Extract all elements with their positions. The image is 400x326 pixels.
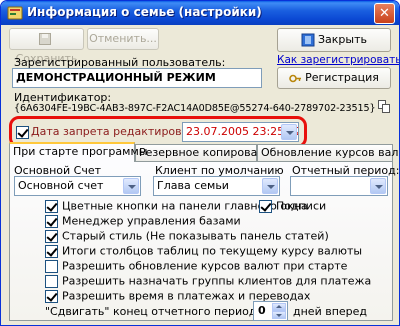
shift-period-unit: дней вперед [293, 305, 368, 318]
option-update-rates[interactable]: Разрешить обновление курсов валют при ст… [45, 259, 347, 274]
option-checkbox[interactable] [45, 199, 58, 213]
option-label: Разрешить обновление курсов валют при ст… [62, 259, 348, 273]
option-checkbox[interactable] [45, 244, 58, 258]
cancel-button[interactable]: Отменить... [87, 28, 159, 50]
identifier-value: {6A6304FE-19BC-4AB3-897C-F2AC14A0D85E@55… [14, 103, 376, 114]
chevron-down-icon[interactable] [123, 178, 139, 194]
edit-lock-date-picker[interactable]: 23.07.2005 23:25:32 [182, 122, 299, 142]
app-icon [7, 6, 23, 20]
client-select[interactable]: Глава семьи [153, 176, 280, 196]
how-register-link[interactable]: Как зарегистрироваться? [277, 54, 399, 66]
hints-checkbox[interactable] [259, 199, 272, 213]
close-door-icon [301, 33, 315, 47]
shift-period-label: "Сдвигать" конец отчетного периода на [45, 305, 281, 318]
shift-period-stepper[interactable]: 0 [253, 301, 288, 321]
tab-startup[interactable]: При старте программы [9, 142, 147, 162]
option-checkbox[interactable] [45, 259, 58, 273]
stepper-down-icon[interactable] [272, 311, 286, 319]
option-checkbox[interactable] [45, 274, 58, 288]
option-label: Менеджер управления базами [62, 214, 241, 228]
key-icon [289, 74, 302, 82]
option-checkbox[interactable] [45, 289, 58, 303]
stepper-up-icon[interactable] [272, 303, 286, 311]
option-client-groups[interactable]: Разрешить назначать группы клиентов для … [45, 274, 371, 289]
tab-currency-update[interactable]: Обновление курсов валют [257, 144, 399, 161]
title-bar[interactable]: Информация о семье (настройки) ✕ [1, 1, 399, 25]
registered-user-field: ДЕМОНСТРАЦИОННЫЙ РЕЖИМ [12, 68, 262, 88]
close-label: Закрыть [318, 33, 367, 46]
option-label: Разрешить назначать группы клиентов для … [62, 274, 372, 288]
tab-backup[interactable]: Резервное копирование [135, 144, 278, 161]
cancel-label: Отменить... [89, 32, 157, 45]
option-checkbox[interactable] [45, 214, 58, 228]
option-checkbox[interactable] [45, 229, 58, 243]
option-db-manager[interactable]: Менеджер управления базами [45, 214, 241, 229]
option-old-style[interactable]: Старый стиль (Не показывать панель стате… [45, 229, 329, 244]
settings-window: Информация о семье (настройки) ✕ Сохрани… [0, 0, 400, 326]
register-label: Регистрация [305, 71, 379, 84]
window-close-button[interactable]: ✕ [374, 3, 395, 24]
main-account-value: Основной счет [18, 179, 104, 192]
shift-period-value: 0 [258, 304, 266, 317]
window-title: Информация о семье (настройки) [27, 5, 262, 19]
edit-lock-checkbox[interactable] [16, 126, 29, 139]
main-account-select[interactable]: Основной счет [14, 176, 141, 196]
save-icon [39, 33, 51, 45]
chevron-down-icon[interactable] [262, 178, 278, 194]
hints-label: Подписи [276, 199, 327, 213]
period-select[interactable] [290, 176, 388, 196]
option-column-totals[interactable]: Итоги столбцов таблиц по текущему курсу … [45, 244, 362, 259]
client-value: Глава семьи [157, 179, 229, 192]
save-button[interactable]: Сохранить [9, 28, 84, 65]
option-label: Старый стиль (Не показывать панель стате… [62, 229, 329, 243]
register-button[interactable]: Регистрация [277, 67, 391, 89]
chevron-down-icon[interactable] [281, 124, 297, 140]
option-hints[interactable]: Подписи [259, 199, 326, 214]
copy-icon[interactable] [378, 100, 390, 113]
chevron-down-icon[interactable] [370, 178, 386, 194]
option-label: Итоги столбцов таблиц по текущему курсу … [62, 244, 363, 258]
close-button[interactable]: Закрыть [277, 28, 391, 52]
